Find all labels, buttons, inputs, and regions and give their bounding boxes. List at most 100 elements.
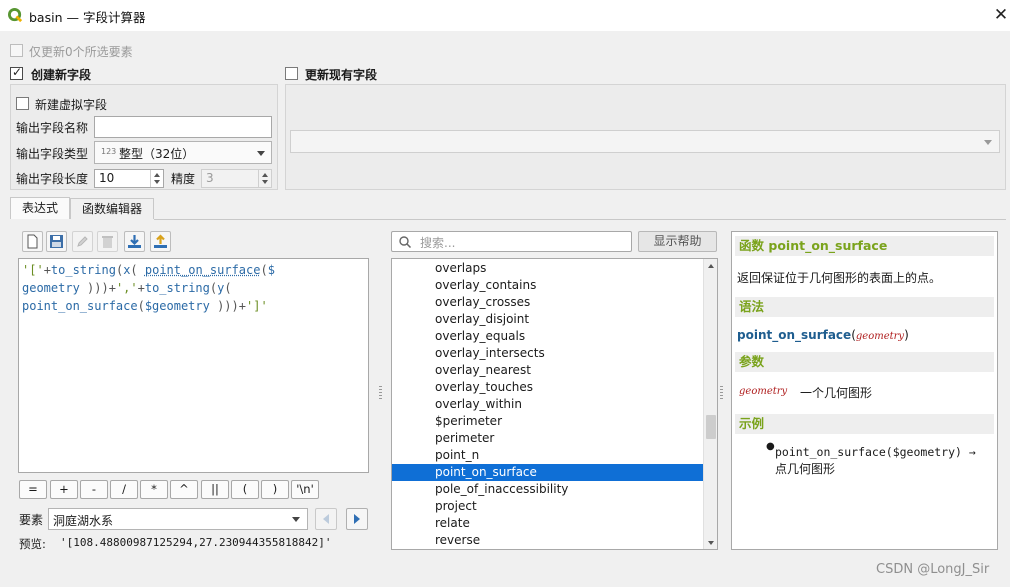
function-list-item[interactable]: point_on_surface: [392, 464, 704, 481]
expression-line-2: geometry )))+','+to_string(y(: [22, 279, 365, 297]
scroll-up-icon[interactable]: [708, 264, 714, 268]
expression-editor[interactable]: '['+to_string(x( point_on_surface($ geom…: [18, 258, 369, 473]
expression-token: ',': [115, 281, 138, 295]
function-list[interactable]: overlaps overlay_contains overlay_crosses o…: [391, 258, 718, 550]
feature-select[interactable]: 洞庭湖水系: [48, 508, 308, 530]
operator-plus-button[interactable]: +: [50, 480, 78, 499]
expression-token: to_string: [144, 281, 210, 295]
operator-minus-button[interactable]: -: [80, 480, 108, 499]
function-list-item[interactable]: overlay_within: [392, 396, 704, 413]
expression-token: ))): [209, 299, 239, 313]
field-length-spinbox[interactable]: 10: [94, 169, 164, 188]
field-length-stepper[interactable]: [150, 170, 163, 187]
expression-token: (: [224, 281, 232, 295]
function-list-item[interactable]: project: [392, 498, 704, 515]
help-syntax-heading: 语法: [735, 297, 994, 317]
save-button[interactable]: [46, 231, 67, 252]
function-list-item[interactable]: overlay_touches: [392, 379, 704, 396]
scroll-down-icon[interactable]: [708, 541, 714, 545]
field-length-value: 10: [99, 171, 115, 185]
operator-equals-button[interactable]: =: [19, 480, 47, 499]
tab-function-editor[interactable]: 函数编辑器: [70, 198, 154, 219]
import-button[interactable]: [124, 231, 145, 252]
help-title: 函数 point_on_surface: [735, 236, 994, 256]
integer-type-icon: 123: [101, 147, 117, 156]
expression-token: ']': [246, 299, 268, 313]
next-feature-button[interactable]: [346, 508, 368, 530]
field-type-select[interactable]: 123 整型（32位）: [94, 141, 272, 164]
feature-value: 洞庭湖水系: [53, 514, 114, 528]
help-examples-heading: 示例: [735, 414, 994, 434]
expression-token: $: [267, 263, 275, 277]
function-list-item[interactable]: point_n: [392, 447, 704, 464]
help-syntax: point_on_surface(geometry): [737, 328, 909, 342]
chevron-down-icon: [257, 151, 265, 156]
operator-concat-button[interactable]: ||: [201, 480, 229, 499]
export-button[interactable]: [150, 231, 171, 252]
operator-close-paren-button[interactable]: ): [261, 480, 289, 499]
splitter-handle[interactable]: [720, 386, 723, 400]
function-list-item[interactable]: perimeter: [392, 430, 704, 447]
create-new-field-checkbox[interactable]: ✓: [10, 65, 23, 80]
function-list-item[interactable]: overlay_crosses: [392, 294, 704, 311]
function-search-input[interactable]: 搜索...: [391, 231, 632, 252]
param-description: 一个几何图形: [800, 386, 873, 400]
function-list-item[interactable]: relate: [392, 515, 704, 532]
bullet-icon: ●: [766, 441, 775, 452]
example-code: point_on_surface($geometry) →: [775, 445, 976, 459]
function-list-item[interactable]: overlay_equals: [392, 328, 704, 345]
function-list-item[interactable]: overlay_nearest: [392, 362, 704, 379]
operator-newline-button[interactable]: '\n': [291, 480, 319, 499]
help-description: 返回保证位于几何图形的表面上的点。: [737, 271, 942, 285]
operator-divide-button[interactable]: /: [110, 480, 138, 499]
pencil-icon: [77, 236, 88, 247]
expression-token: geometry: [22, 281, 80, 295]
expression-line-3: point_on_surface($geometry )))+']': [22, 297, 365, 315]
splitter-handle[interactable]: [379, 386, 382, 400]
qgis-logo-icon: [8, 8, 23, 23]
delete-button[interactable]: [97, 231, 118, 252]
precision-value: 3: [206, 171, 214, 185]
close-icon[interactable]: ✕: [992, 5, 1010, 25]
operator-open-paren-button[interactable]: (: [231, 480, 259, 499]
tab-expression[interactable]: 表达式: [10, 197, 70, 219]
expression-token: +: [108, 281, 116, 295]
expression-token: +: [137, 281, 145, 295]
operator-power-button[interactable]: ^: [170, 480, 198, 499]
expression-token: ))): [79, 281, 109, 295]
function-list-item[interactable]: overlay_intersects: [392, 345, 704, 362]
field-name-input[interactable]: [94, 116, 272, 138]
preview-label: 预览:: [19, 537, 46, 551]
field-type-value: 整型（32位）: [119, 147, 195, 161]
arrow-up-icon: [262, 173, 268, 177]
chevron-down-icon: [292, 517, 300, 522]
function-list-item[interactable]: overlay_disjoint: [392, 311, 704, 328]
help-title-function: point_on_surface: [768, 238, 888, 253]
arrow-down-icon: [262, 180, 268, 184]
precision-label: 精度: [171, 172, 196, 186]
title-bar: [0, 0, 1010, 31]
function-list-item[interactable]: $perimeter: [392, 413, 704, 430]
example-result: 点几何图形: [775, 462, 836, 476]
expression-token: +: [43, 263, 51, 277]
function-list-item[interactable]: overlay_contains: [392, 277, 704, 294]
expression-token: $geometry: [144, 299, 210, 313]
function-list-scrollbar[interactable]: [703, 259, 717, 549]
function-help-panel: 函数 point_on_surface 返回保证位于几何图形的表面上的点。 语法…: [731, 231, 998, 550]
function-list-item[interactable]: reverse: [392, 532, 704, 549]
function-list-item[interactable]: pole_of_inaccessibility: [392, 481, 704, 498]
tab-bar-line: [154, 219, 1006, 220]
operator-multiply-button[interactable]: *: [140, 480, 168, 499]
previous-feature-button[interactable]: [315, 508, 337, 530]
expression-token: +: [238, 299, 246, 313]
search-placeholder: 搜索...: [420, 236, 456, 250]
edit-button[interactable]: [72, 231, 93, 252]
scrollbar-thumb[interactable]: [706, 415, 716, 439]
update-selected-checkbox[interactable]: [10, 44, 23, 57]
virtual-field-checkbox[interactable]: [16, 97, 29, 110]
field-name-label: 输出字段名称: [16, 121, 89, 135]
update-existing-field-checkbox[interactable]: [285, 67, 298, 80]
show-help-button[interactable]: 显示帮助: [638, 231, 717, 252]
function-list-item[interactable]: overlaps: [392, 260, 704, 277]
new-file-button[interactable]: [22, 231, 43, 252]
